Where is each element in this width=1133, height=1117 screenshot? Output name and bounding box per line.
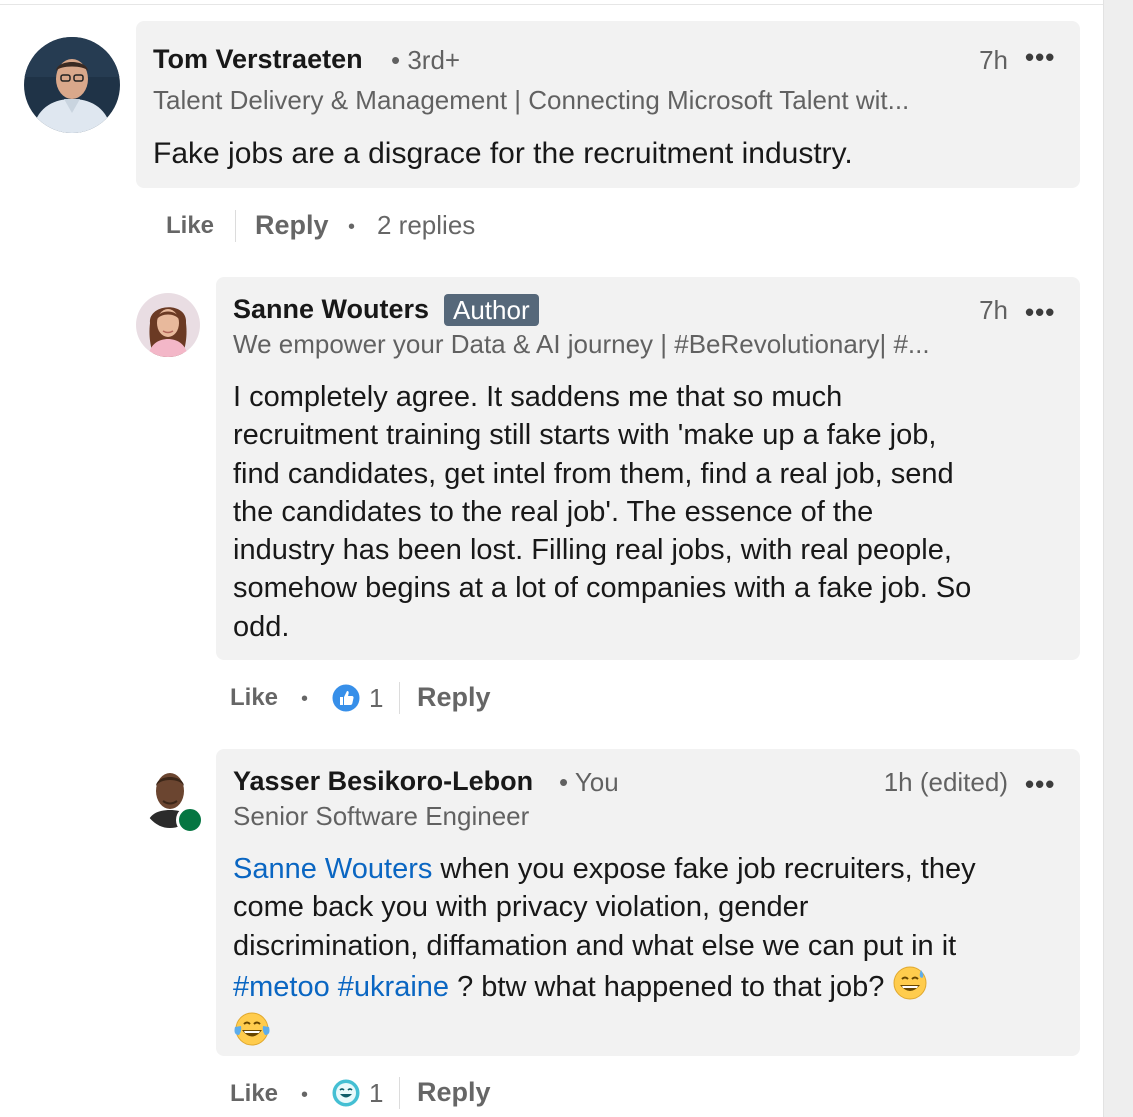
comment-line: recruitment training still starts with '… — [233, 419, 937, 452]
comment-time: 7h — [979, 295, 1008, 325]
reply-button[interactable]: Reply — [417, 1077, 491, 1108]
comment-line: come back you with privacy violation, ge… — [233, 891, 809, 924]
comment-text: Fake jobs are a disgrace for the recruit… — [153, 137, 853, 170]
comment-line: find candidates, get intel from them, fi… — [233, 457, 954, 490]
bullet-separator: • — [348, 216, 356, 238]
comment-line: industry has been lost. Filling real job… — [233, 534, 952, 567]
scrollbar-track[interactable] — [1103, 0, 1133, 1117]
avatar-yasser-wrapper[interactable] — [142, 764, 206, 834]
hashtag-link[interactable]: #ukraine — [338, 971, 449, 1003]
more-options-icon[interactable]: ••• — [1025, 42, 1055, 73]
commenter-headline: Talent Delivery & Management | Connectin… — [153, 85, 910, 115]
replies-count-link[interactable]: 2 replies — [377, 210, 475, 241]
connection-degree: • You — [559, 767, 619, 797]
more-options-icon[interactable]: ••• — [1025, 297, 1055, 328]
bullet-separator: • — [301, 688, 309, 710]
comment-time: 1h (edited) — [883, 767, 1008, 797]
more-options-icon[interactable]: ••• — [1025, 769, 1055, 800]
commenter-headline: We empower your Data & AI journey | #BeR… — [233, 329, 930, 359]
commenter-name[interactable]: Tom Verstraeten — [153, 44, 363, 75]
comment-line: I completely agree. It saddens me that s… — [233, 381, 843, 413]
comment-line: odd. — [233, 610, 290, 643]
reaction-count[interactable]: 1 — [369, 1078, 383, 1109]
comment-line: Sanne Wouters when you expose fake job r… — [233, 850, 1078, 888]
comment-text: Sanne Wouters when you expose fake job r… — [233, 850, 1078, 1057]
action-divider — [399, 682, 400, 714]
commenter-name[interactable]: Sanne Wouters — [233, 294, 429, 325]
reply-button[interactable]: Reply — [255, 210, 329, 241]
action-divider — [399, 1077, 400, 1109]
like-reaction-icon[interactable] — [331, 683, 361, 713]
bullet-separator: • — [301, 1084, 309, 1106]
comment-line: somehow begins at a lot of companies wit… — [233, 572, 972, 605]
comment-line — [233, 1011, 1078, 1057]
reply-button[interactable]: Reply — [417, 682, 491, 713]
comment-time: 7h — [979, 45, 1008, 75]
hashtag-link[interactable]: #metoo — [233, 971, 330, 1003]
commenter-name[interactable]: Yasser Besikoro-Lebon — [233, 766, 533, 797]
comment-text-span: ? btw what happened to that job? — [449, 970, 893, 1003]
avatar-tom[interactable] — [24, 37, 120, 133]
like-button[interactable]: Like — [230, 1080, 278, 1108]
author-badge: Author — [444, 294, 539, 326]
comment-line: discrimination, diffamation and what els… — [233, 929, 957, 962]
like-button[interactable]: Like — [230, 684, 278, 712]
avatar-sanne[interactable] — [136, 293, 200, 357]
connection-degree: • 3rd+ — [391, 45, 461, 75]
mention-link[interactable]: Sanne Wouters — [233, 853, 432, 885]
grinning-sweat-emoji-icon — [892, 965, 928, 1011]
comment-line: #metoo #ukraine ? btw what happened to t… — [233, 965, 1078, 1011]
online-status-icon — [176, 806, 204, 834]
comment-text: I completely agree. It saddens me that s… — [233, 378, 1073, 646]
top-divider — [0, 4, 1103, 5]
comment-text-span: when you expose fake job recruiters, the… — [432, 853, 976, 885]
reaction-count[interactable]: 1 — [369, 683, 383, 714]
like-button[interactable]: Like — [166, 212, 214, 240]
funny-reaction-icon[interactable] — [331, 1078, 361, 1108]
action-divider — [235, 210, 236, 242]
comment-line: the candidates to the real job'. The ess… — [233, 495, 874, 528]
tears-of-joy-emoji-icon — [233, 1011, 271, 1057]
commenter-headline: Senior Software Engineer — [233, 801, 530, 831]
